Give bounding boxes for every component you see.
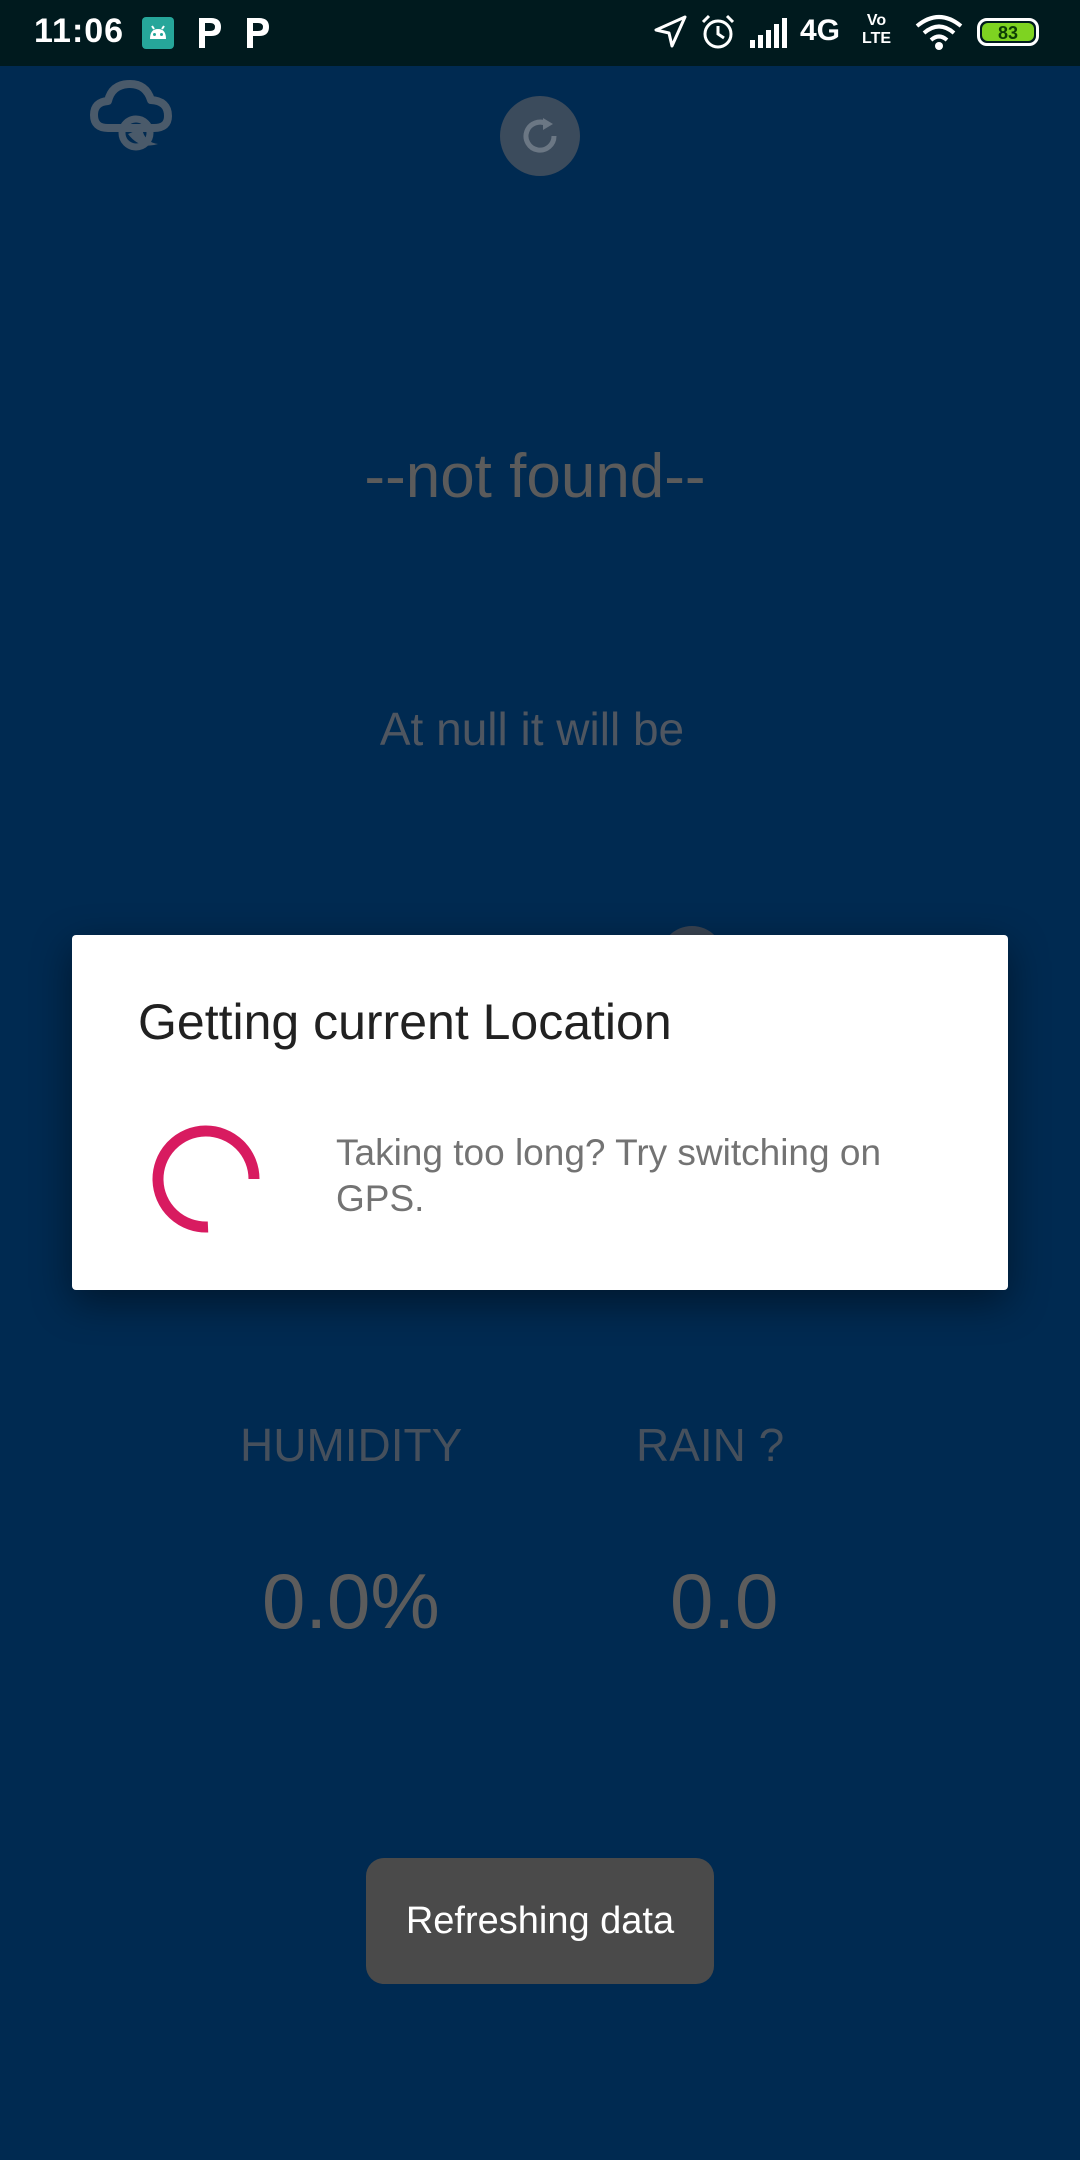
location-progress-dialog: Getting current Location Taking too long… bbox=[72, 935, 1008, 1290]
loading-spinner-icon bbox=[144, 1115, 272, 1248]
toast-message: Refreshing data bbox=[366, 1858, 714, 1984]
dialog-message: Taking too long? Try switching on GPS. bbox=[336, 1132, 882, 1219]
dialog-title: Getting current Location bbox=[138, 994, 672, 1050]
